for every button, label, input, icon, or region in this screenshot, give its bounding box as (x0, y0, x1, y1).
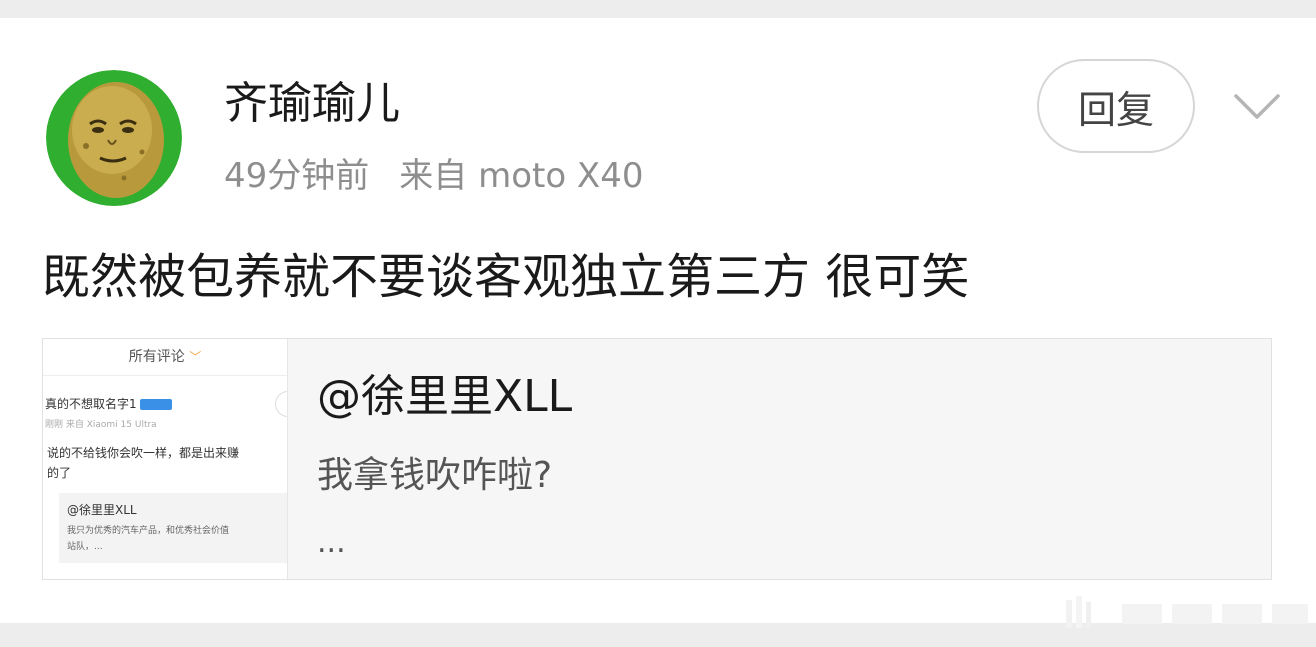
quoted-text: 我拿钱吹咋啦? (317, 455, 553, 496)
quoted-ellipsis: ... (317, 525, 346, 560)
quoted-screenshot-thumbnail[interactable]: 所有评论 ﹀ 真的不想取名字1 刚刚 来自 Xiaomi 15 Ultra 说的… (43, 339, 288, 579)
watermark-icon (1062, 592, 1312, 632)
chevron-down-icon: ﹀ (189, 350, 202, 364)
chevron-down-icon[interactable] (1230, 80, 1284, 128)
post-source: 来自 moto X40 (399, 156, 644, 196)
thumbnail-user: 真的不想取名字1 (45, 395, 172, 412)
thumbnail-text: 说的不给钱你会吹一样，都是出来赚 的了 (47, 443, 287, 483)
thumbnail-avatar (275, 391, 287, 417)
post-time: 49分钟前 (224, 156, 370, 196)
reply-button[interactable]: 回复 (1037, 59, 1195, 153)
thumbnail-username: 真的不想取名字1 (45, 397, 137, 411)
post-meta: 49分钟前 来自 moto X40 (224, 152, 644, 200)
avatar[interactable] (46, 70, 182, 206)
thumbnail-quote: @徐里里XLL 我只为优秀的汽车产品，和优秀社会价值 站队，... (59, 493, 287, 563)
quoted-username[interactable]: @徐里里XLL (317, 369, 572, 425)
thumbnail-text-line: 说的不给钱你会吹一样，都是出来赚 (47, 446, 240, 460)
thumbnail-text-line: 的了 (47, 466, 72, 480)
thumbnail-quote-text: 我只为优秀的汽车产品，和优秀社会价值 站队，... (67, 523, 287, 555)
thumbnail-header: 所有评论 ﹀ (43, 339, 287, 376)
thumbnail-quote-name: @徐里里XLL (67, 503, 137, 517)
thumbnail-header-label: 所有评论 (128, 349, 185, 365)
badge-icon (139, 399, 172, 410)
thumbnail-meta: 刚刚 来自 Xiaomi 15 Ultra (45, 420, 157, 430)
username[interactable]: 齐瑜瑜儿 (224, 76, 400, 132)
comment-card: 齐瑜瑜儿 49分钟前 来自 moto X40 回复 既然被包养就不要谈客观独立第三… (0, 18, 1316, 623)
thumbnail-quote-line: 我只为优秀的汽车产品，和优秀社会价值 (67, 526, 230, 536)
comment-text: 既然被包养就不要谈客观独立第三方 很可笑 (42, 249, 970, 305)
quoted-post[interactable]: 所有评论 ﹀ 真的不想取名字1 刚刚 来自 Xiaomi 15 Ultra 说的… (42, 338, 1272, 580)
thumbnail-quote-line: 站队，... (67, 542, 103, 552)
